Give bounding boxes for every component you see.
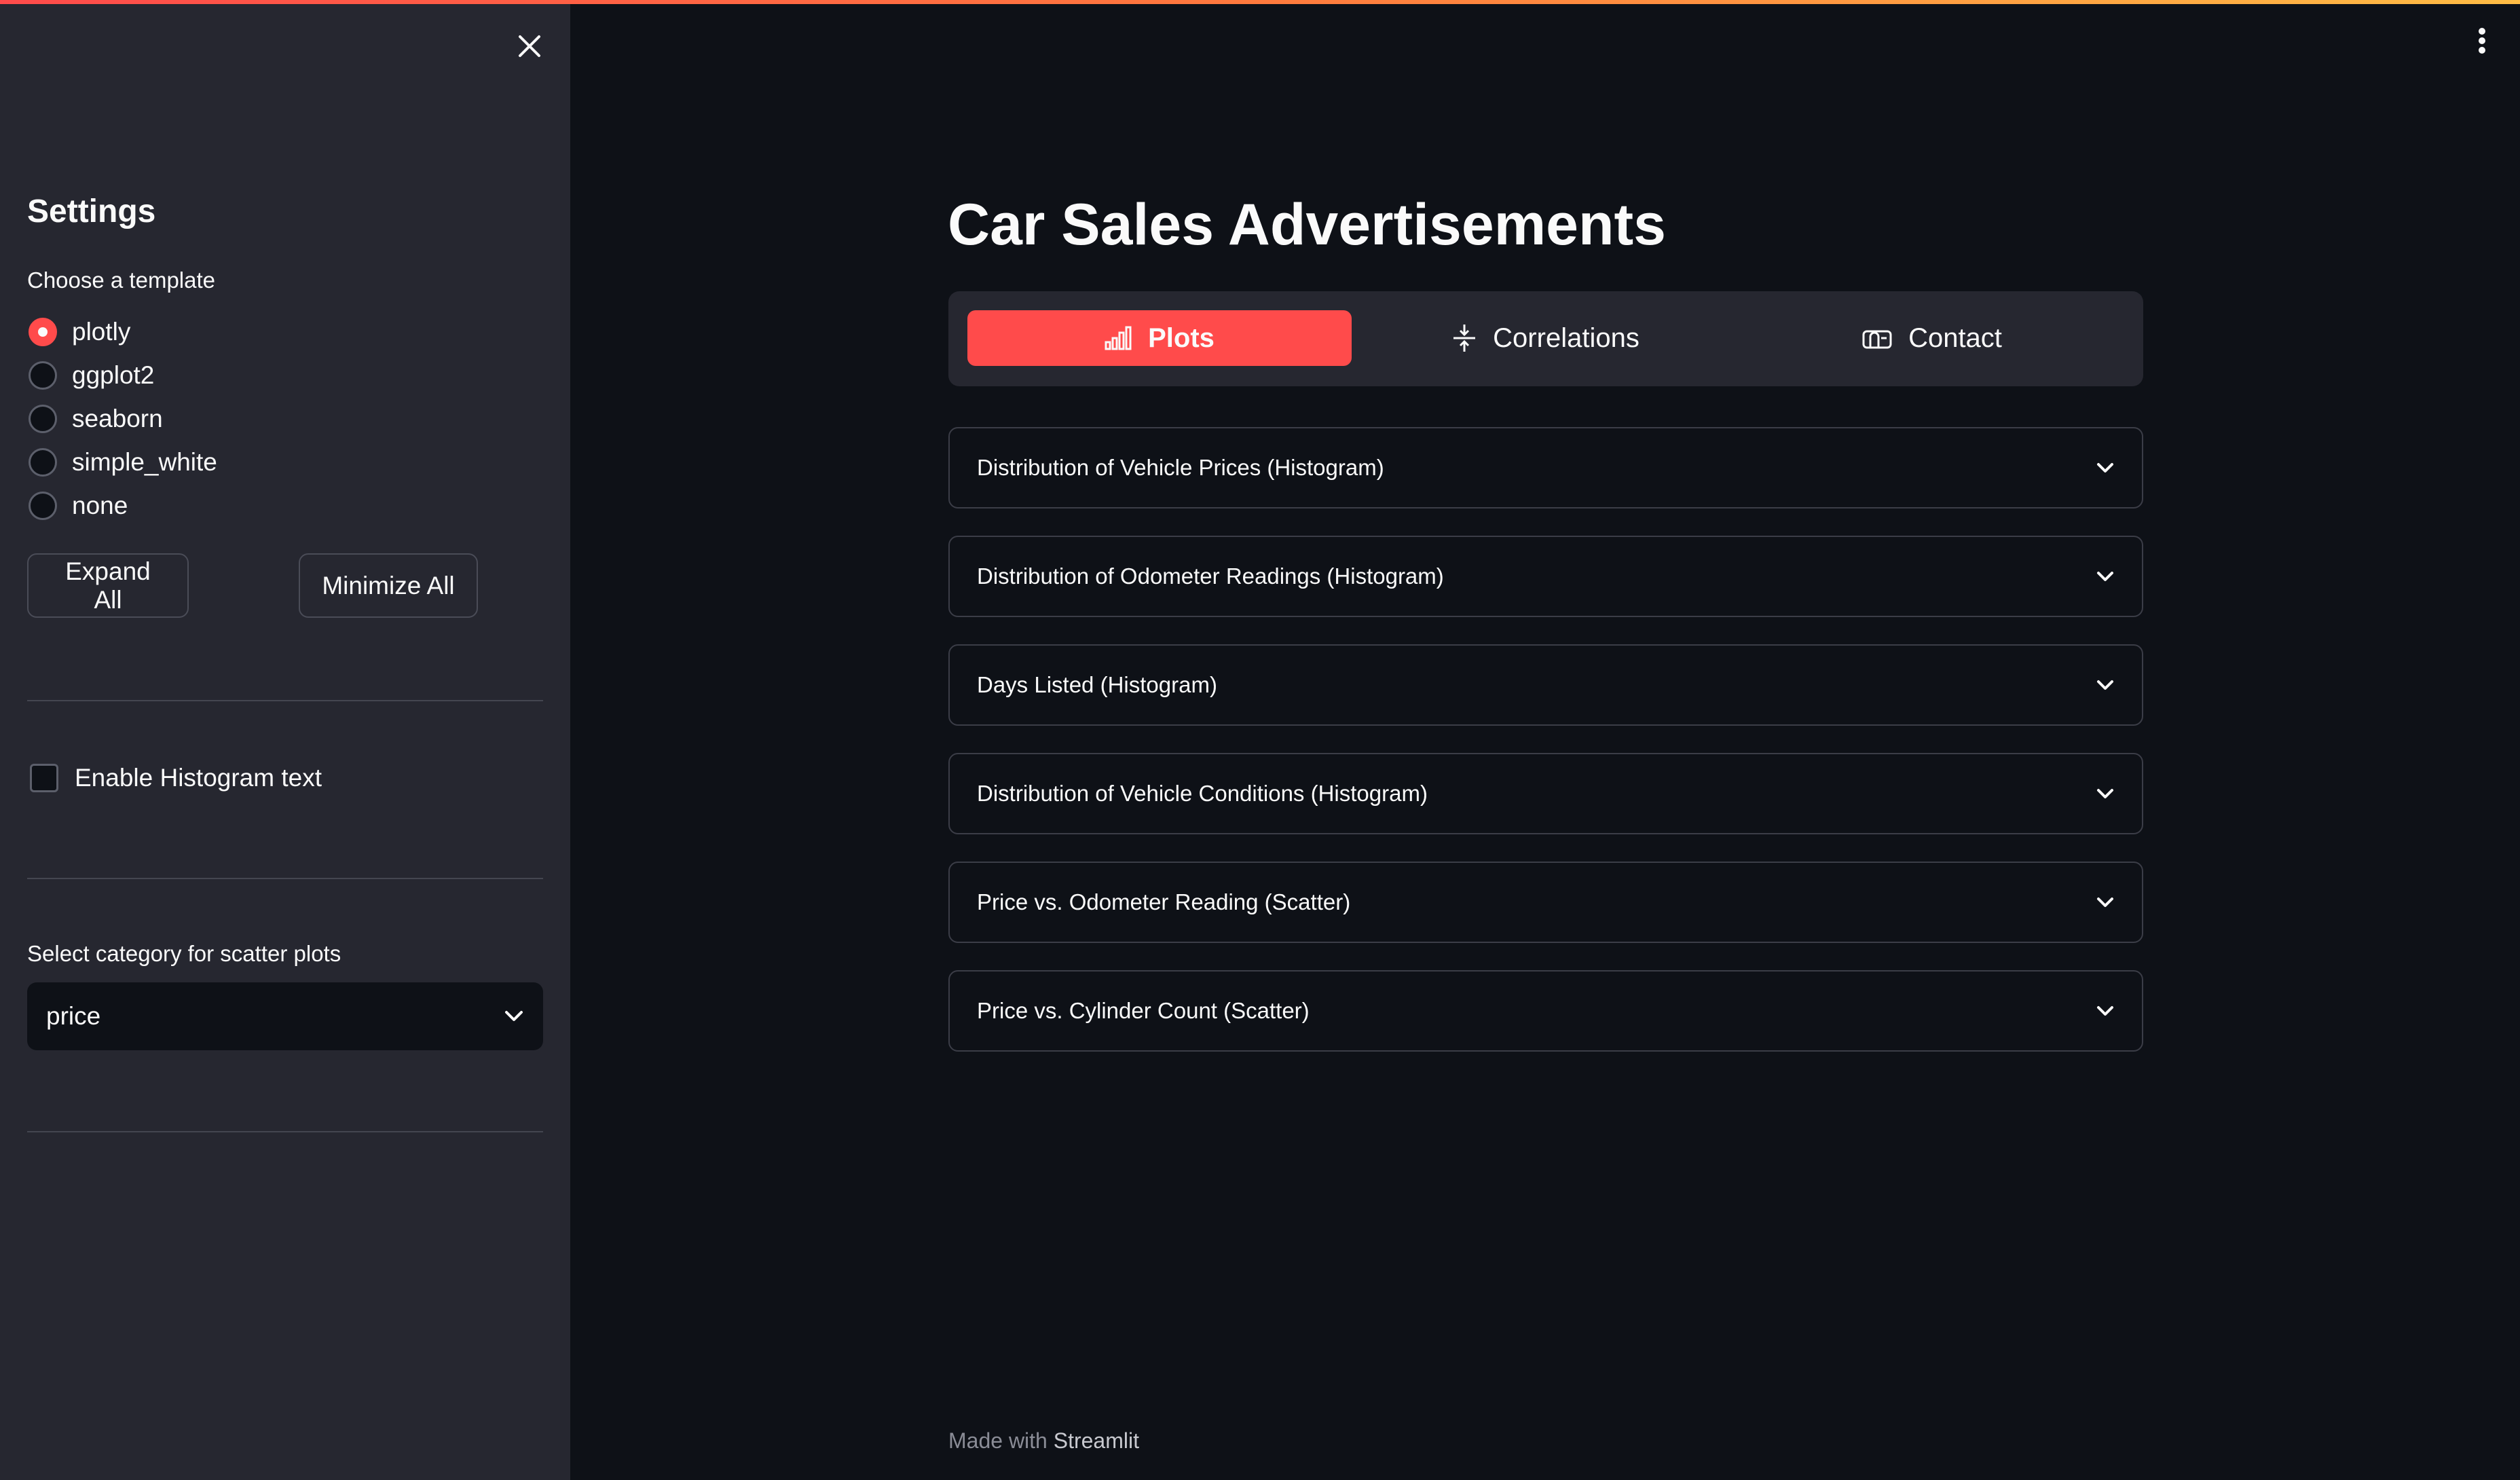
scatter-category-label: Select category for scatter plots: [27, 941, 341, 966]
expander-label: Distribution of Odometer Readings (Histo…: [977, 563, 1444, 589]
chevron-down-icon: [2097, 680, 2113, 690]
radio-label: ggplot2: [72, 361, 155, 389]
scatter-category-select[interactable]: price: [27, 982, 543, 1050]
bar-chart-icon: [1105, 326, 1132, 350]
radio-seaborn[interactable]: seaborn: [29, 402, 163, 436]
histogram-text-checkbox[interactable]: Enable Histogram text: [30, 760, 322, 796]
streamlit-link[interactable]: Streamlit: [1054, 1428, 1139, 1453]
radio-label: none: [72, 492, 128, 519]
close-sidebar-button[interactable]: [511, 27, 549, 65]
expander-price-vs-cylinders[interactable]: Price vs. Cylinder Count (Scatter): [948, 970, 2143, 1052]
radio-button[interactable]: [29, 361, 57, 390]
chevron-down-icon: [2097, 1006, 2113, 1016]
chevron-down-icon: [505, 1011, 523, 1021]
tab-label: Contact: [1908, 322, 2002, 353]
expander-days-listed[interactable]: Days Listed (Histogram): [948, 644, 2143, 726]
expander-vehicle-conditions[interactable]: Distribution of Vehicle Conditions (Hist…: [948, 753, 2143, 834]
radio-label: simple_white: [72, 448, 217, 476]
more-vertical-icon: [2479, 28, 2485, 54]
radio-ggplot2[interactable]: ggplot2: [29, 358, 154, 392]
template-label: Choose a template: [27, 267, 216, 293]
tab-bar: Plots Correlations Contact: [948, 291, 2143, 386]
expander-label: Days Listed (Histogram): [977, 672, 1217, 697]
checkbox-label: Enable Histogram text: [75, 764, 322, 792]
top-decoration-bar: [0, 0, 2520, 4]
chevron-down-icon: [2097, 572, 2113, 581]
chevron-down-icon: [2097, 463, 2113, 473]
chevron-down-icon: [2097, 789, 2113, 798]
radio-label: seaborn: [72, 405, 163, 432]
radio-plotly[interactable]: plotly: [29, 315, 130, 349]
radio-none[interactable]: none: [29, 489, 128, 523]
radio-button[interactable]: [29, 448, 57, 477]
minimize-all-button[interactable]: Minimize All: [299, 553, 478, 618]
sidebar: Settings Choose a template plotly ggplot…: [0, 0, 570, 1480]
select-value: price: [46, 1002, 101, 1030]
footer-prefix: Made with: [948, 1428, 1048, 1453]
expander-label: Price vs. Cylinder Count (Scatter): [977, 998, 1310, 1023]
sidebar-divider: [27, 700, 543, 701]
chevron-down-icon: [2097, 898, 2113, 907]
tab-label: Correlations: [1493, 322, 1639, 353]
expander-label: Price vs. Odometer Reading (Scatter): [977, 889, 1351, 914]
expander-label: Distribution of Vehicle Prices (Histogra…: [977, 455, 1384, 480]
compress-arrows-icon: [1453, 325, 1476, 352]
expander-odometer-readings[interactable]: Distribution of Odometer Readings (Histo…: [948, 536, 2143, 617]
radio-label: plotly: [72, 318, 131, 346]
tab-contact[interactable]: Contact: [1740, 310, 2124, 366]
radio-button[interactable]: [29, 405, 57, 433]
close-icon: [519, 35, 540, 57]
expand-all-button[interactable]: Expand All: [27, 553, 189, 618]
expander-price-vs-odometer[interactable]: Price vs. Odometer Reading (Scatter): [948, 862, 2143, 943]
sidebar-title: Settings: [27, 193, 156, 229]
expander-label: Distribution of Vehicle Conditions (Hist…: [977, 781, 1428, 806]
tab-correlations[interactable]: Correlations: [1354, 310, 1738, 366]
checkbox-box[interactable]: [30, 764, 58, 792]
expander-vehicle-prices[interactable]: Distribution of Vehicle Prices (Histogra…: [948, 427, 2143, 508]
page-title: Car Sales Advertisements: [948, 192, 1666, 257]
radio-button[interactable]: [29, 492, 57, 520]
sidebar-divider: [27, 1131, 543, 1132]
radio-button-checked[interactable]: [29, 318, 57, 346]
tab-label: Plots: [1148, 322, 1215, 353]
radio-simple-white[interactable]: simple_white: [29, 445, 217, 479]
sidebar-divider: [27, 878, 543, 879]
main-menu-button[interactable]: [2466, 24, 2498, 57]
tab-plots[interactable]: Plots: [967, 310, 1352, 366]
mailbox-icon: [1862, 330, 1892, 349]
footer: Made with Streamlit: [948, 1428, 1139, 1454]
